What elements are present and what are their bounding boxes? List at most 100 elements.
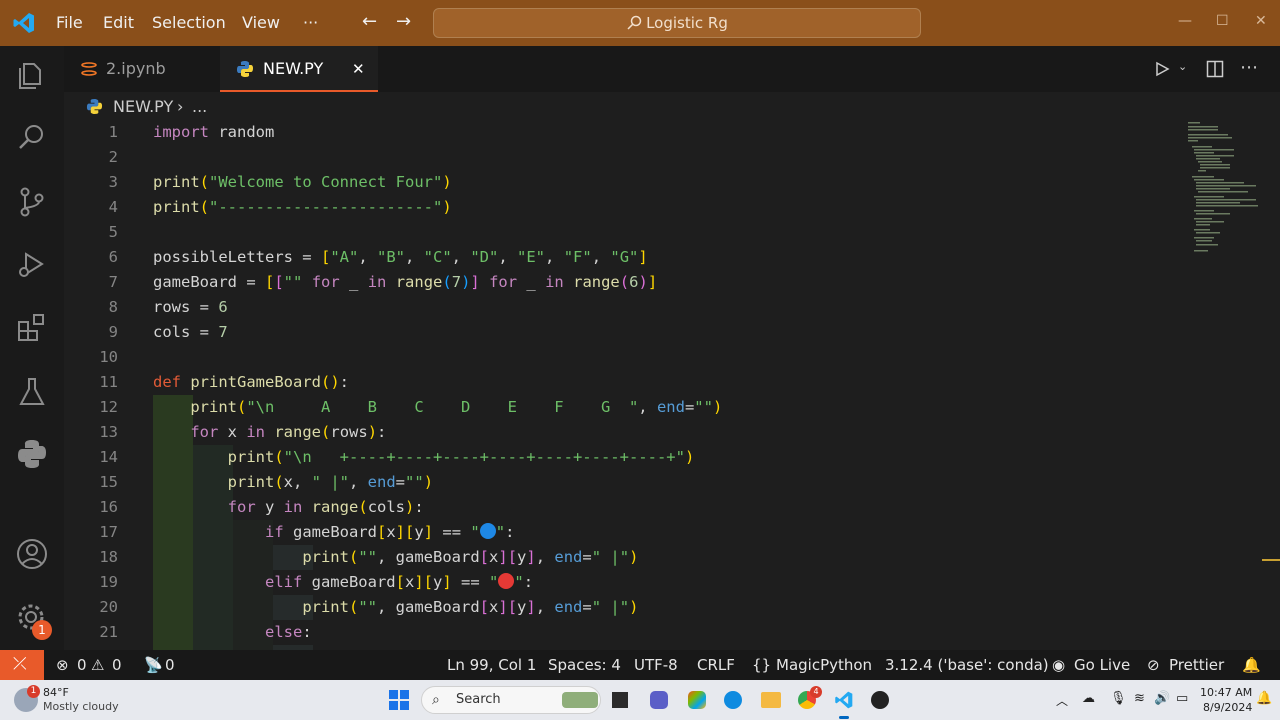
cloud-icon[interactable]: ☁ <box>1082 691 1095 706</box>
python-interpreter[interactable]: 3.12.4 ('base': conda) <box>885 656 1049 674</box>
jupyter-icon <box>81 62 97 76</box>
code-line: print("", gameBoard[x][y], end=" |") <box>302 548 639 566</box>
line-number: 4 <box>108 198 118 216</box>
back-arrow-icon[interactable]: ← <box>362 11 377 32</box>
close-tab-icon[interactable]: ✕ <box>352 46 365 92</box>
code-line: else: <box>264 623 312 641</box>
breadcrumb-more[interactable]: ... <box>192 97 207 116</box>
explorer-icon[interactable] <box>14 58 50 94</box>
task-view-icon[interactable] <box>612 692 628 708</box>
search-icon: ⌕ <box>432 692 440 708</box>
errors-count[interactable]: 0 <box>77 656 87 674</box>
menu-edit[interactable]: Edit <box>103 13 134 32</box>
python-icon[interactable] <box>14 436 50 472</box>
weather-desc[interactable]: Mostly cloudy <box>43 700 119 713</box>
python-file-icon <box>86 98 103 115</box>
code-line: gameBoard = [["" for _ in range(7)] for … <box>153 273 658 291</box>
cursor-position[interactable]: Ln 99, Col 1 <box>447 656 536 674</box>
clock-date[interactable]: 8/9/2024 <box>1203 701 1252 714</box>
indent-spaces[interactable]: Spaces: 4 <box>548 656 621 674</box>
split-editor-icon[interactable] <box>1206 60 1224 78</box>
line-number: 14 <box>99 448 118 466</box>
line-number: 20 <box>99 598 118 616</box>
notifications-bell-icon[interactable]: 🔔 <box>1242 656 1261 674</box>
line-number: 5 <box>108 223 118 241</box>
run-debug-icon[interactable] <box>14 246 50 282</box>
activity-bar: 1 <box>0 46 64 650</box>
code-editor[interactable]: 1 2 3 4 5 6 7 8 9 10 11 12 13 14 15 16 1… <box>64 120 1280 650</box>
code-line: elif gameBoard[x][y] == " ": <box>264 573 534 591</box>
menu-more[interactable]: ··· <box>303 13 318 32</box>
breadcrumb-separator: › <box>177 97 184 116</box>
account-icon[interactable] <box>14 536 50 572</box>
forward-arrow-icon[interactable]: → <box>396 11 411 32</box>
scrollbar-position-marker[interactable] <box>1262 559 1280 561</box>
source-control-icon[interactable] <box>14 184 50 220</box>
line-number: 21 <box>99 623 118 641</box>
testing-flask-icon[interactable] <box>14 374 50 410</box>
language-mode[interactable]: MagicPython <box>776 656 872 674</box>
clock-time[interactable]: 10:47 AM <box>1200 686 1252 699</box>
vscode-taskbar-icon[interactable] <box>834 690 854 710</box>
ports-count[interactable]: 0 <box>165 656 175 674</box>
teams-chat-icon[interactable] <box>650 691 668 709</box>
go-live-button[interactable]: Go Live <box>1074 656 1130 674</box>
maximize-icon[interactable]: ☐ <box>1216 13 1229 29</box>
tab-2-ipynb[interactable]: 2.ipynb <box>64 46 220 92</box>
ports-icon[interactable]: 📡 <box>144 656 163 674</box>
weather-badge: 1 <box>27 685 40 698</box>
file-explorer-icon[interactable] <box>761 692 781 708</box>
taskbar-search-label: Search <box>456 692 501 707</box>
weather-temp[interactable]: 84°F <box>43 686 69 699</box>
menu-view[interactable]: View <box>242 13 280 32</box>
extensions-icon[interactable] <box>14 310 50 346</box>
code-line: for x in range(rows): <box>190 423 387 441</box>
minimize-icon[interactable]: — <box>1178 13 1192 29</box>
search-sidebar-icon[interactable] <box>14 120 50 156</box>
tab-new-py[interactable]: NEW.PY ✕ <box>220 46 378 92</box>
battery-icon[interactable]: ▭ <box>1176 691 1188 706</box>
line-number: 10 <box>99 348 118 366</box>
line-number: 7 <box>108 273 118 291</box>
code-line: print("-----------------------") <box>153 198 452 216</box>
python-file-icon <box>237 61 253 77</box>
minimap[interactable] <box>1188 120 1258 260</box>
prettier-check-icon: ⊘ <box>1147 656 1160 674</box>
line-number: 11 <box>99 373 118 391</box>
breadcrumb: NEW.PY › ... <box>64 92 1280 120</box>
more-actions-icon[interactable]: ⋯ <box>1240 57 1258 78</box>
breadcrumb-file[interactable]: NEW.PY <box>113 97 173 116</box>
line-number: 12 <box>99 398 118 416</box>
code-line: import random <box>153 123 275 141</box>
code-line: for y in range(cols): <box>227 498 424 516</box>
warnings-count[interactable]: 0 <box>112 656 122 674</box>
menu-file[interactable]: File <box>56 13 83 32</box>
prettier-button[interactable]: Prettier <box>1169 656 1224 674</box>
windows-start-icon[interactable] <box>389 690 409 710</box>
blue-circle-icon <box>479 523 496 539</box>
obs-icon[interactable] <box>871 691 889 709</box>
run-play-icon[interactable] <box>1154 61 1170 77</box>
copilot-icon[interactable] <box>688 691 706 709</box>
file-encoding[interactable]: UTF-8 <box>634 656 678 674</box>
edge-browser-icon[interactable] <box>724 691 742 709</box>
errors-icon[interactable]: ⊗ <box>56 656 69 674</box>
line-number: 6 <box>108 248 118 266</box>
warnings-icon[interactable]: ⚠ <box>91 656 104 674</box>
wifi-icon[interactable]: ≋ <box>1134 691 1145 706</box>
close-window-icon[interactable]: ✕ <box>1255 13 1267 29</box>
volume-icon[interactable]: 🔊 <box>1154 691 1170 706</box>
line-number: 17 <box>99 523 118 541</box>
search-highlight-icon <box>562 692 598 708</box>
command-search-box[interactable]: Logistic Rg <box>433 8 921 38</box>
menu-selection[interactable]: Selection <box>152 13 226 32</box>
remote-icon: ⤫ <box>13 654 27 674</box>
vscode-logo-icon[interactable] <box>12 11 36 35</box>
end-of-line[interactable]: CRLF <box>697 656 735 674</box>
remote-button[interactable]: ⤫ <box>0 650 44 680</box>
microphone-icon[interactable]: 🎙 <box>1110 691 1127 706</box>
notification-center-icon[interactable]: 🔔 <box>1256 691 1272 706</box>
code-line: print("", gameBoard[x][y], end=" |") <box>302 598 639 616</box>
chevron-up-icon[interactable]: ︿ <box>1056 692 1068 709</box>
run-chevron-down-icon[interactable]: ⌄ <box>1178 60 1187 73</box>
